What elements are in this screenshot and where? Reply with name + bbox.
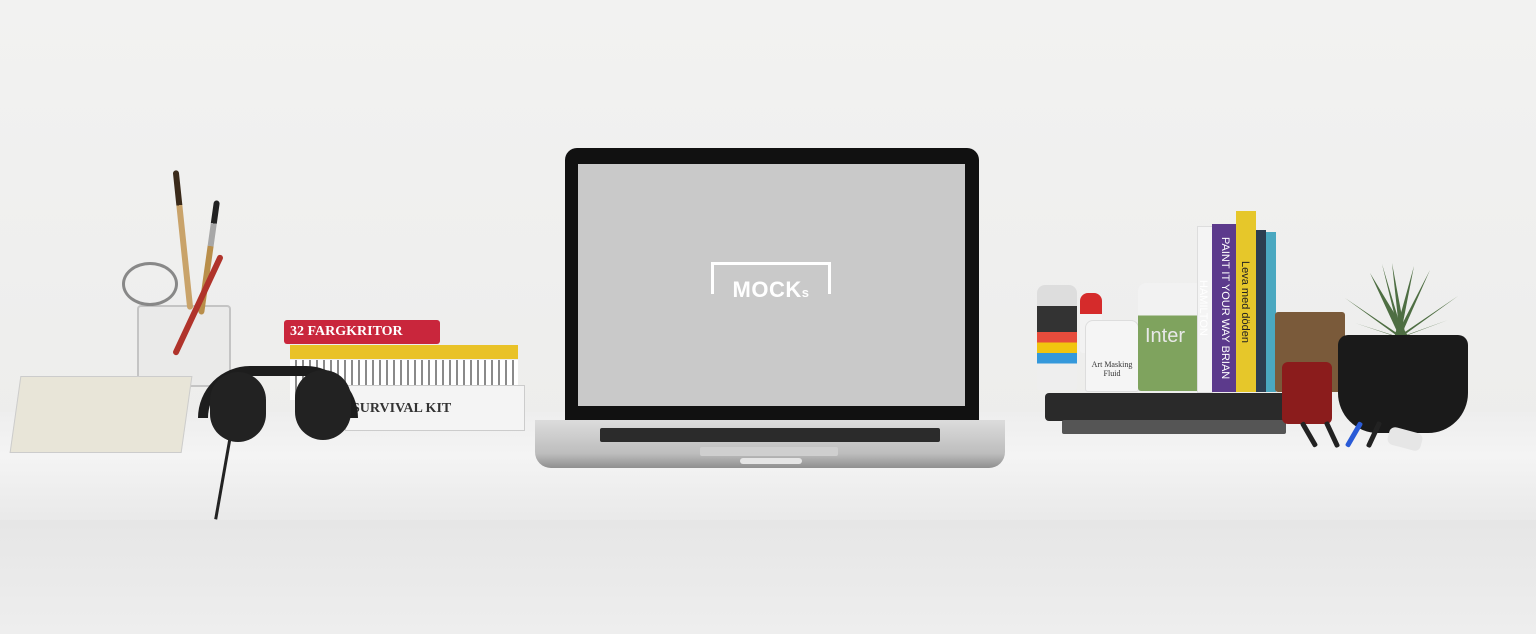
headphone-cup-left	[210, 372, 266, 442]
palette-tray	[1062, 420, 1286, 434]
laptop-trackpad	[700, 447, 838, 456]
brush-jar	[137, 305, 231, 387]
book-survival-kit: SURVIVAL KIT	[345, 385, 525, 431]
large-bottle-label: Inter	[1145, 325, 1186, 347]
book-leva-med-doden: Leva med döden	[1236, 211, 1256, 392]
black-pot	[1338, 335, 1468, 433]
headphone-cup-right	[295, 370, 351, 440]
book-dark-spine	[1256, 230, 1266, 392]
mocks-logo-suffix: s	[801, 285, 810, 300]
paint-can	[1037, 285, 1077, 390]
mocks-logo: MOCKs	[711, 277, 831, 303]
laptop-notch	[740, 458, 802, 464]
masking-fluid-bottle	[1085, 320, 1139, 392]
yellow-notebook	[290, 345, 518, 359]
spine-title: PAINT IT YOUR WAY	[1219, 236, 1231, 343]
scissors-icon	[122, 262, 178, 306]
laptop-keyboard	[600, 428, 940, 442]
crayon-box	[9, 376, 193, 453]
book-fargkritor: 32 FARGKRITOR	[284, 320, 440, 344]
palette-device	[1045, 393, 1295, 421]
mocks-logo-text: MOCK	[732, 277, 802, 302]
desk-front-edge	[0, 520, 1536, 634]
masking-fluid-label: Art Masking Fluid	[1091, 360, 1133, 378]
succulent-plant	[1345, 263, 1458, 338]
red-paint-jar	[1282, 362, 1332, 424]
spine-title-yellow: Leva med döden	[1239, 260, 1251, 343]
book-paint-it-your-way: PAINT IT YOUR WAY BRIAN HAMILTON	[1197, 224, 1236, 392]
